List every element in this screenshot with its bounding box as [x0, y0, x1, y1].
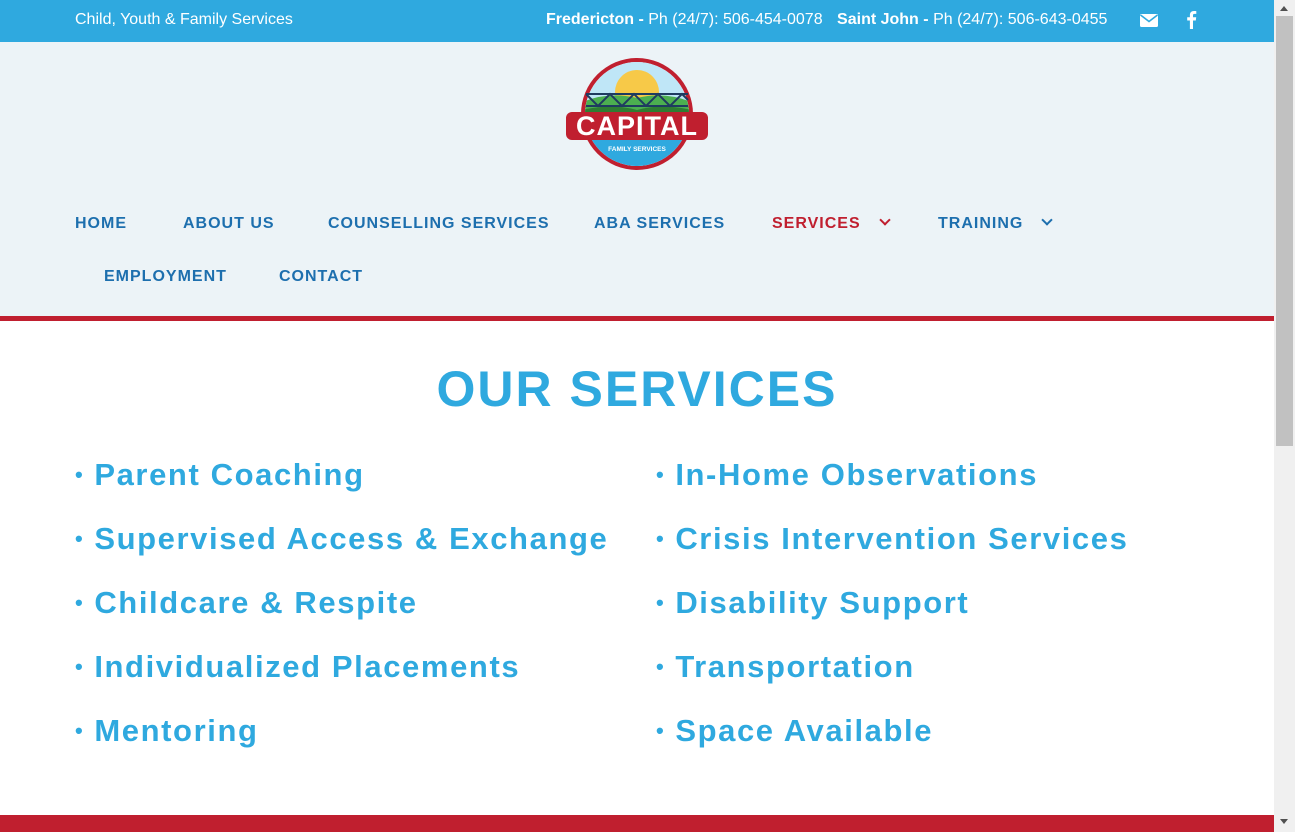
service-label: Transportation	[675, 649, 915, 684]
service-label: In-Home Observations	[675, 457, 1039, 492]
service-label: Supervised Access & Exchange	[94, 521, 609, 556]
nav-employment[interactable]: EMPLOYMENT	[104, 268, 227, 286]
footer-bar	[0, 815, 1274, 832]
nav-about-us[interactable]: ABOUT US	[183, 215, 275, 233]
nav-contact[interactable]: CONTACT	[279, 268, 363, 286]
service-label: Space Available	[675, 713, 934, 748]
nav-training[interactable]: TRAINING	[938, 214, 1053, 233]
service-label: Childcare & Respite	[94, 585, 418, 620]
service-label: Disability Support	[675, 585, 970, 620]
chevron-down-icon	[1041, 214, 1053, 226]
service-label: Mentoring	[94, 713, 259, 748]
service-item: • Childcare & Respite	[75, 585, 418, 620]
service-item: • Crisis Intervention Services	[656, 521, 1129, 556]
scroll-up-arrow-icon[interactable]	[1280, 6, 1288, 11]
top-info-bar: Child, Youth & Family Services Frederict…	[0, 0, 1274, 42]
page-title: OUR SERVICES	[436, 361, 838, 417]
scrollbar-thumb[interactable]	[1276, 16, 1293, 446]
service-item: • Transportation	[656, 649, 915, 684]
service-label: Crisis Intervention Services	[675, 521, 1129, 556]
service-item: • Mentoring	[75, 713, 259, 748]
logo-subtitle: FAMILY SERVICES	[608, 146, 666, 153]
envelope-icon[interactable]	[1139, 9, 1161, 31]
service-item: • Parent Coaching	[75, 457, 365, 492]
page-scrollbar[interactable]	[1274, 0, 1295, 832]
header-divider	[0, 316, 1274, 321]
facebook-icon[interactable]	[1184, 9, 1206, 31]
nav-counselling-services[interactable]: COUNSELLING SERVICES	[328, 215, 550, 233]
site-header: CAPITAL FAMILY SERVICES HOME ABOUT US CO…	[0, 42, 1274, 317]
service-item: • Disability Support	[656, 585, 970, 620]
nav-training-label: TRAINING	[938, 215, 1024, 232]
service-item: • In-Home Observations	[656, 457, 1039, 492]
saint-john-phone[interactable]: Ph (24/7): 506-643-0455	[933, 11, 1107, 28]
scroll-down-arrow-icon[interactable]	[1280, 819, 1288, 824]
service-label: Parent Coaching	[94, 457, 365, 492]
service-item: • Space Available	[656, 713, 934, 748]
tagline: Child, Youth & Family Services	[75, 11, 293, 28]
service-item: • Individualized Placements	[75, 649, 521, 684]
fredericton-label: Fredericton -	[546, 11, 644, 28]
saint-john-label: Saint John -	[837, 11, 929, 28]
phone-numbers: Fredericton - Ph (24/7): 506-454-0078 Sa…	[546, 11, 1107, 29]
fredericton-phone[interactable]: Ph (24/7): 506-454-0078	[648, 11, 822, 28]
nav-services-label: SERVICES	[772, 215, 861, 232]
chevron-down-icon	[878, 214, 891, 226]
service-item: • Supervised Access & Exchange	[75, 521, 609, 556]
nav-home[interactable]: HOME	[75, 215, 127, 233]
service-label: Individualized Placements	[94, 649, 521, 684]
nav-services[interactable]: SERVICES	[772, 214, 891, 233]
nav-aba-services[interactable]: ABA SERVICES	[594, 215, 725, 233]
capital-logo[interactable]: CAPITAL FAMILY SERVICES	[564, 56, 710, 174]
logo-wordmark: CAPITAL	[576, 111, 698, 141]
